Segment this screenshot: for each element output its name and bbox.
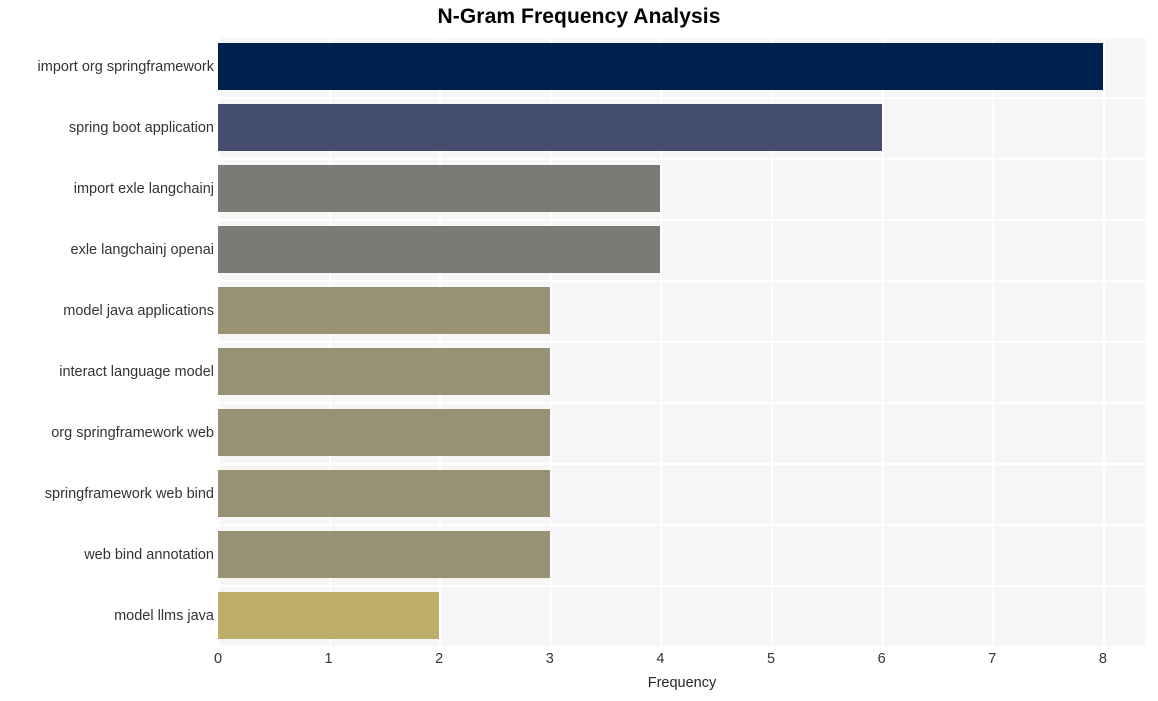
y-tick-label: springframework web bind [44,485,214,502]
y-tick-label: interact language model [59,363,214,380]
gridline-horizontal [218,463,1146,465]
x-tick-label: 2 [435,651,444,667]
gridline-horizontal [218,158,1146,160]
x-tick-label: 4 [656,651,665,667]
bar[interactable] [218,531,550,578]
plot-area [218,36,1146,646]
bar[interactable] [218,470,550,517]
bar[interactable] [218,104,882,151]
bar[interactable] [218,409,550,456]
x-tick-label: 7 [988,651,997,667]
bar[interactable] [218,348,550,395]
x-axis-label: Frequency [647,675,717,691]
x-tick-label: 3 [545,651,554,667]
bar[interactable] [218,165,661,212]
y-tick-label: org springframework web [51,424,214,441]
gridline-horizontal [218,36,1146,38]
gridline-horizontal [218,280,1146,282]
gridline-horizontal [218,402,1146,404]
bar[interactable] [218,287,550,334]
gridline-horizontal [218,341,1146,343]
y-tick-label: spring boot application [68,119,214,136]
x-tick-label: 6 [877,651,886,667]
y-tick-label: model llms java [114,607,214,624]
chart-figure: N-Gram Frequency Analysis import org spr… [0,0,1158,701]
x-tick-label: 0 [213,651,223,667]
gridline-horizontal [218,585,1146,587]
x-tick-label: 5 [766,651,776,667]
y-tick-label: import org springframework [37,58,214,75]
bar[interactable] [218,592,440,639]
gridline-horizontal [218,219,1146,221]
y-tick-label: web bind annotation [84,546,214,563]
x-tick-label: 1 [324,651,333,667]
gridline-horizontal [218,524,1146,526]
y-tick-label: exle langchainj openai [70,241,215,258]
gridline-horizontal [218,97,1146,99]
bar[interactable] [218,226,661,273]
x-tick-label: 8 [1098,651,1107,667]
chart-title: N-Gram Frequency Analysis [437,5,721,28]
y-tick-label: import exle langchainj [73,180,214,197]
y-tick-label: model java applications [63,302,214,319]
bar[interactable] [218,43,1103,90]
